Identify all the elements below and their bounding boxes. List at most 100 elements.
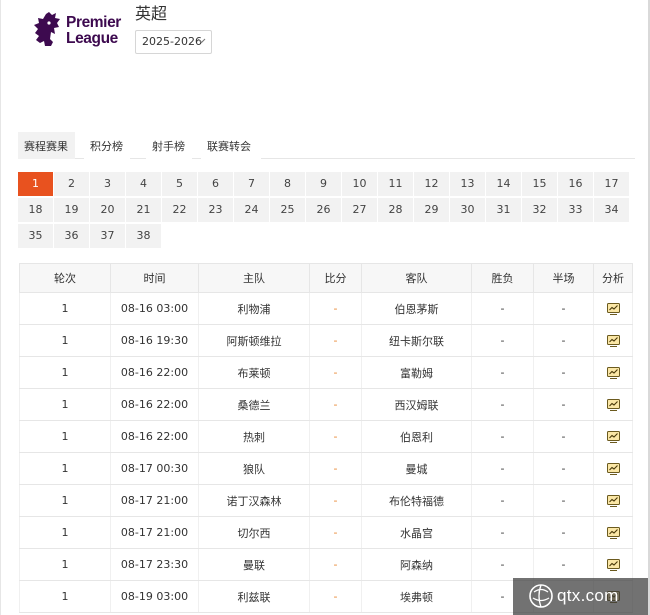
- round-button-31[interactable]: 31: [486, 198, 521, 222]
- round-button-19[interactable]: 19: [54, 198, 89, 222]
- table-row[interactable]: 1 08-17 23:30 曼联 - 阿森纳 - -: [19, 548, 633, 581]
- tab-transfers[interactable]: 联赛转会: [201, 132, 261, 159]
- table-row[interactable]: 1 08-17 00:30 狼队 - 曼城 - -: [19, 452, 633, 485]
- round-button-3[interactable]: 3: [90, 172, 125, 196]
- cell-away-team[interactable]: 阿森纳: [361, 548, 472, 581]
- round-button-35[interactable]: 35: [18, 224, 53, 248]
- round-button-37[interactable]: 37: [90, 224, 125, 248]
- round-button-1[interactable]: 1: [18, 172, 53, 196]
- cell-away-team[interactable]: 伯恩利: [361, 420, 472, 453]
- round-button-2[interactable]: 2: [54, 172, 89, 196]
- round-button-20[interactable]: 20: [90, 198, 125, 222]
- cell-result: -: [471, 420, 534, 453]
- round-button-21[interactable]: 21: [126, 198, 161, 222]
- cell-home-team[interactable]: 曼联: [198, 548, 310, 581]
- cell-analysis[interactable]: [593, 452, 633, 485]
- round-button-23[interactable]: 23: [198, 198, 233, 222]
- cell-analysis[interactable]: [593, 548, 633, 581]
- round-button-18[interactable]: 18: [18, 198, 53, 222]
- cell-analysis[interactable]: [593, 324, 633, 357]
- tab-standings[interactable]: 积分榜: [84, 132, 130, 159]
- cell-away-team[interactable]: 布伦特福德: [361, 484, 472, 517]
- round-button-29[interactable]: 29: [414, 198, 449, 222]
- cell-round: 1: [19, 420, 111, 453]
- round-button-16[interactable]: 16: [558, 172, 593, 196]
- cell-result: -: [471, 452, 534, 485]
- cell-score: -: [309, 516, 362, 549]
- round-button-25[interactable]: 25: [270, 198, 305, 222]
- round-button-30[interactable]: 30: [450, 198, 485, 222]
- round-button-26[interactable]: 26: [306, 198, 341, 222]
- cell-home-team[interactable]: 诺丁汉森林: [198, 484, 310, 517]
- cell-score: -: [309, 420, 362, 453]
- round-button-22[interactable]: 22: [162, 198, 197, 222]
- cell-home-team[interactable]: 切尔西: [198, 516, 310, 549]
- round-button-5[interactable]: 5: [162, 172, 197, 196]
- round-button-8[interactable]: 8: [270, 172, 305, 196]
- table-row[interactable]: 1 08-16 22:00 桑德兰 - 西汉姆联 - -: [19, 388, 633, 421]
- analysis-chart-icon[interactable]: [606, 303, 620, 315]
- analysis-chart-icon[interactable]: [606, 367, 620, 379]
- cell-away-team[interactable]: 纽卡斯尔联: [361, 324, 472, 357]
- cell-result: -: [471, 484, 534, 517]
- season-select[interactable]: 2025-2026: [135, 30, 212, 54]
- round-button-32[interactable]: 32: [522, 198, 557, 222]
- tab-fixtures-results[interactable]: 赛程赛果: [18, 132, 75, 159]
- analysis-chart-icon[interactable]: [606, 431, 620, 443]
- round-button-33[interactable]: 33: [558, 198, 593, 222]
- round-button-36[interactable]: 36: [54, 224, 89, 248]
- frame-border-left: [0, 0, 1, 615]
- cell-analysis[interactable]: [593, 420, 633, 453]
- cell-time: 08-17 21:00: [110, 484, 199, 517]
- table-row[interactable]: 1 08-16 03:00 利物浦 - 伯恩茅斯 - -: [19, 292, 633, 325]
- analysis-chart-icon[interactable]: [606, 335, 620, 347]
- cell-away-team[interactable]: 西汉姆联: [361, 388, 472, 421]
- round-button-14[interactable]: 14: [486, 172, 521, 196]
- round-button-24[interactable]: 24: [234, 198, 269, 222]
- table-row[interactable]: 1 08-17 21:00 诺丁汉森林 - 布伦特福德 - -: [19, 484, 633, 517]
- table-row[interactable]: 1 08-16 19:30 阿斯顿维拉 - 纽卡斯尔联 - -: [19, 324, 633, 357]
- cell-away-team[interactable]: 水晶宫: [361, 516, 472, 549]
- cell-analysis[interactable]: [593, 356, 633, 389]
- cell-home-team[interactable]: 阿斯顿维拉: [198, 324, 310, 357]
- tab-top-scorers[interactable]: 射手榜: [146, 132, 192, 159]
- cell-home-team[interactable]: 狼队: [198, 452, 310, 485]
- cell-away-team[interactable]: 曼城: [361, 452, 472, 485]
- cell-home-team[interactable]: 利兹联: [198, 580, 310, 613]
- round-button-15[interactable]: 15: [522, 172, 557, 196]
- round-button-11[interactable]: 11: [378, 172, 413, 196]
- round-button-28[interactable]: 28: [378, 198, 413, 222]
- analysis-chart-icon[interactable]: [606, 495, 620, 507]
- cell-analysis[interactable]: [593, 484, 633, 517]
- round-button-10[interactable]: 10: [342, 172, 377, 196]
- table-row[interactable]: 1 08-16 22:00 热刺 - 伯恩利 - -: [19, 420, 633, 453]
- cell-away-team[interactable]: 埃弗顿: [361, 580, 472, 613]
- round-button-4[interactable]: 4: [126, 172, 161, 196]
- table-row[interactable]: 1 08-17 21:00 切尔西 - 水晶宫 - -: [19, 516, 633, 549]
- cell-analysis[interactable]: [593, 292, 633, 325]
- premier-league-logo[interactable]: Premier League: [32, 10, 132, 50]
- round-button-34[interactable]: 34: [594, 198, 629, 222]
- round-button-17[interactable]: 17: [594, 172, 629, 196]
- round-button-27[interactable]: 27: [342, 198, 377, 222]
- round-button-38[interactable]: 38: [126, 224, 161, 248]
- cell-analysis[interactable]: [593, 516, 633, 549]
- cell-home-team[interactable]: 布莱顿: [198, 356, 310, 389]
- cell-away-team[interactable]: 伯恩茅斯: [361, 292, 472, 325]
- cell-score: -: [309, 356, 362, 389]
- table-row[interactable]: 1 08-16 22:00 布莱顿 - 富勒姆 - -: [19, 356, 633, 389]
- cell-home-team[interactable]: 桑德兰: [198, 388, 310, 421]
- round-button-12[interactable]: 12: [414, 172, 449, 196]
- cell-home-team[interactable]: 热刺: [198, 420, 310, 453]
- analysis-chart-icon[interactable]: [606, 527, 620, 539]
- analysis-chart-icon[interactable]: [606, 463, 620, 475]
- cell-analysis[interactable]: [593, 388, 633, 421]
- cell-away-team[interactable]: 富勒姆: [361, 356, 472, 389]
- round-button-9[interactable]: 9: [306, 172, 341, 196]
- analysis-chart-icon[interactable]: [606, 399, 620, 411]
- round-button-7[interactable]: 7: [234, 172, 269, 196]
- cell-home-team[interactable]: 利物浦: [198, 292, 310, 325]
- analysis-chart-icon[interactable]: [606, 559, 620, 571]
- round-button-13[interactable]: 13: [450, 172, 485, 196]
- round-button-6[interactable]: 6: [198, 172, 233, 196]
